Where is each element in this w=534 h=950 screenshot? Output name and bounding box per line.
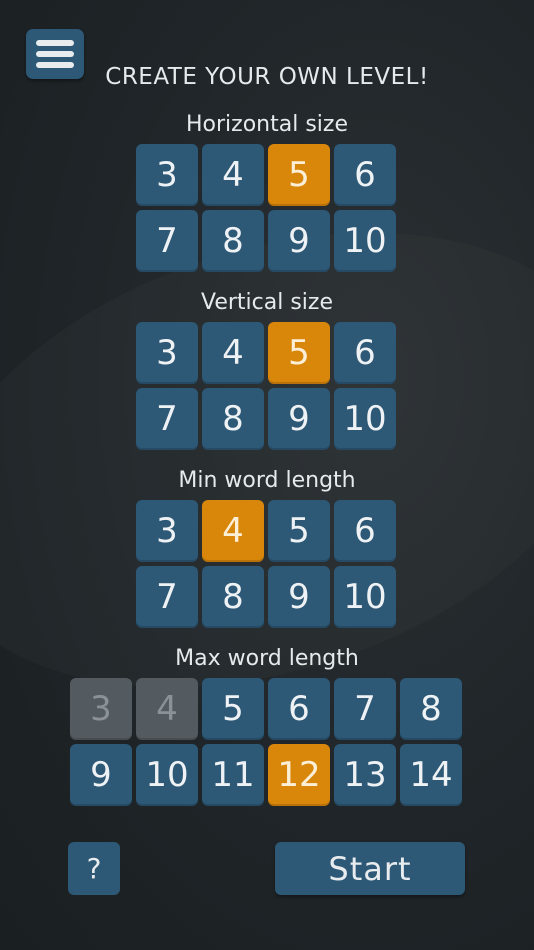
- min-word-length-option-6[interactable]: 6: [334, 500, 396, 562]
- vertical-size-option-5[interactable]: 5: [268, 322, 330, 384]
- max-word-length-option-9[interactable]: 9: [70, 744, 132, 806]
- horizontal-size-label: Horizontal size: [186, 112, 348, 137]
- horizontal-size-option-4[interactable]: 4: [202, 144, 264, 206]
- max-word-length-option-10[interactable]: 10: [136, 744, 198, 806]
- horizontal-size-option-6[interactable]: 6: [334, 144, 396, 206]
- min-word-length-grid: 3 4 5 6 7 8 9 10: [136, 500, 396, 628]
- hamburger-menu-icon: [36, 40, 74, 46]
- max-word-length-option-8[interactable]: 8: [400, 678, 462, 740]
- vertical-size-label: Vertical size: [201, 290, 333, 315]
- max-word-length-option-7[interactable]: 7: [334, 678, 396, 740]
- horizontal-size-option-5[interactable]: 5: [268, 144, 330, 206]
- vertical-size-option-9[interactable]: 9: [268, 388, 330, 450]
- horizontal-size-option-7[interactable]: 7: [136, 210, 198, 272]
- max-word-length-option-4: 4: [136, 678, 198, 740]
- min-word-length-option-3[interactable]: 3: [136, 500, 198, 562]
- min-word-length-label: Min word length: [178, 468, 356, 493]
- max-word-length-option-5[interactable]: 5: [202, 678, 264, 740]
- max-word-length-option-12[interactable]: 12: [268, 744, 330, 806]
- min-word-length-option-4[interactable]: 4: [202, 500, 264, 562]
- help-button[interactable]: ?: [68, 842, 120, 895]
- min-word-length-option-7[interactable]: 7: [136, 566, 198, 628]
- horizontal-size-option-10[interactable]: 10: [334, 210, 396, 272]
- horizontal-size-option-8[interactable]: 8: [202, 210, 264, 272]
- vertical-size-option-7[interactable]: 7: [136, 388, 198, 450]
- max-word-length-option-11[interactable]: 11: [202, 744, 264, 806]
- min-word-length-option-9[interactable]: 9: [268, 566, 330, 628]
- vertical-size-option-10[interactable]: 10: [334, 388, 396, 450]
- vertical-size-option-6[interactable]: 6: [334, 322, 396, 384]
- vertical-size-option-4[interactable]: 4: [202, 322, 264, 384]
- vertical-size-option-8[interactable]: 8: [202, 388, 264, 450]
- max-word-length-option-14[interactable]: 14: [400, 744, 462, 806]
- start-button[interactable]: Start: [275, 842, 465, 895]
- max-word-length-option-6[interactable]: 6: [268, 678, 330, 740]
- horizontal-size-option-9[interactable]: 9: [268, 210, 330, 272]
- vertical-size-option-3[interactable]: 3: [136, 322, 198, 384]
- min-word-length-option-5[interactable]: 5: [268, 500, 330, 562]
- horizontal-size-grid: 3 4 5 6 7 8 9 10: [136, 144, 396, 272]
- vertical-size-grid: 3 4 5 6 7 8 9 10: [136, 322, 396, 450]
- min-word-length-option-8[interactable]: 8: [202, 566, 264, 628]
- horizontal-size-option-3[interactable]: 3: [136, 144, 198, 206]
- max-word-length-grid: 3 4 5 6 7 8 9 10 11 12 13 14: [70, 678, 462, 806]
- page-title: CREATE YOUR OWN LEVEL!: [105, 64, 429, 90]
- max-word-length-label: Max word length: [175, 646, 359, 671]
- min-word-length-option-10[interactable]: 10: [334, 566, 396, 628]
- max-word-length-option-13[interactable]: 13: [334, 744, 396, 806]
- max-word-length-option-3: 3: [70, 678, 132, 740]
